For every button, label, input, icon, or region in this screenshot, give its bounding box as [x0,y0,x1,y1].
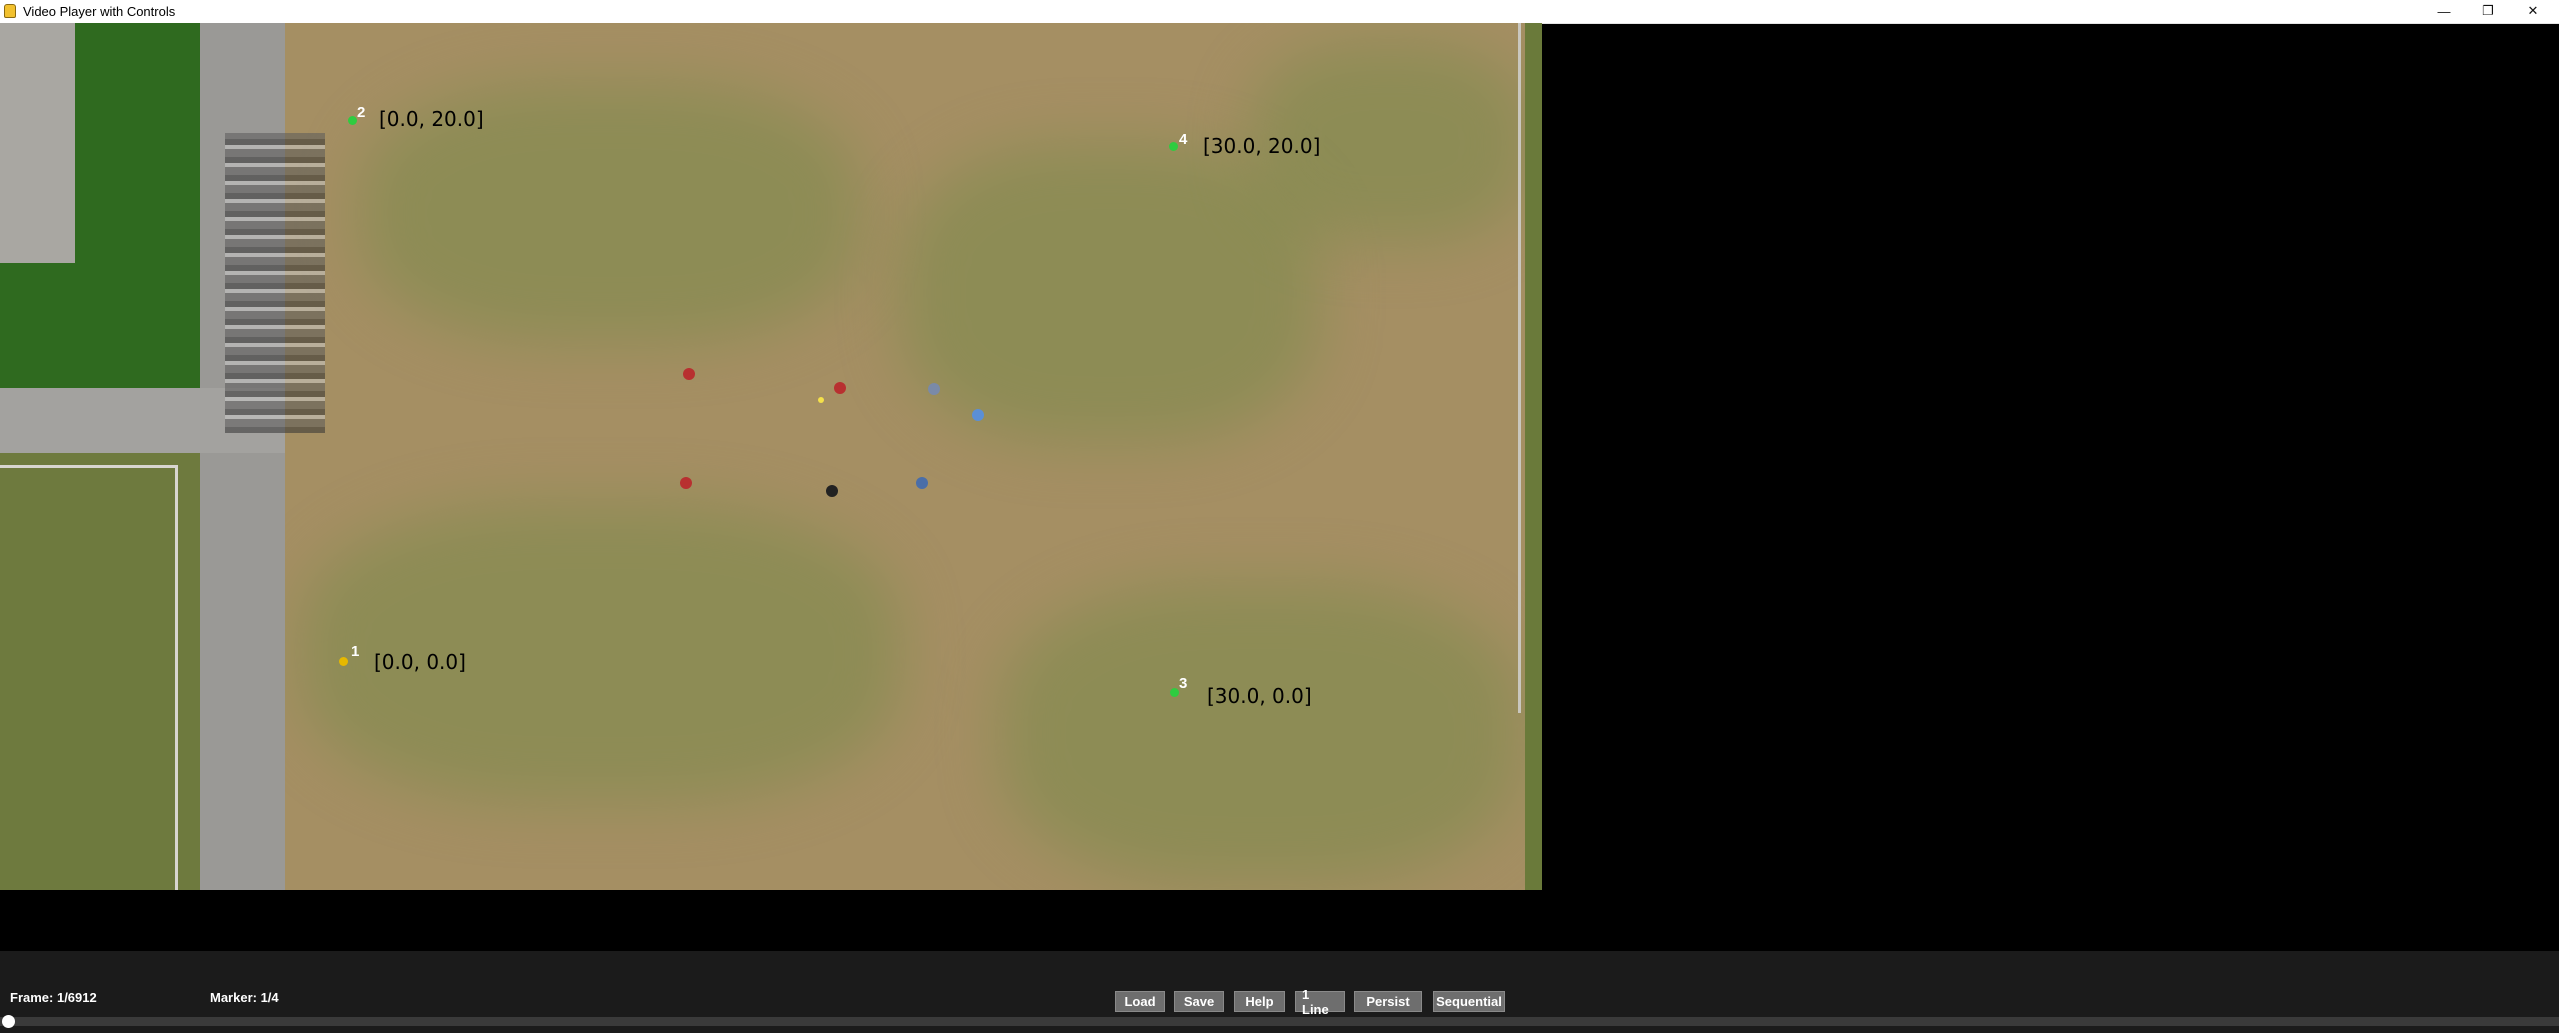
frame-slider-handle[interactable] [2,1015,15,1028]
marker-counter: Marker: 1/4 [210,990,279,1005]
marker-2-coordinate: [0.0, 20.0] [379,107,484,131]
title-bar: Video Player with Controls — ❐ ✕ [0,0,2559,24]
minimize-icon[interactable]: — [2422,0,2466,22]
player [826,485,838,497]
marker-3-dot[interactable] [1170,688,1179,697]
close-icon[interactable]: ✕ [2511,0,2555,22]
player [680,477,692,489]
persist-button[interactable]: Persist [1354,991,1422,1012]
player [972,409,984,421]
player [683,368,695,380]
python-icon [4,4,16,18]
player [916,477,928,489]
restore-icon[interactable]: ❐ [2466,0,2510,22]
marker-3-coordinate: [30.0, 0.0] [1207,684,1312,708]
control-panel: Frame: 1/6912 Marker: 1/4 Load Save Help… [0,951,2559,1033]
marker-1-coordinate: [0.0, 0.0] [374,650,466,674]
video-frame[interactable]: 1 [0.0, 0.0] 2 [0.0, 20.0] 3 [30.0, 0.0]… [0,23,1542,890]
marker-1-dot[interactable] [339,657,348,666]
frame-counter: Frame: 1/6912 [10,990,97,1005]
marker-4-coordinate: [30.0, 20.0] [1203,134,1321,158]
ball [818,397,824,403]
one-line-button[interactable]: 1 Line [1295,987,1345,1017]
sequential-button[interactable]: Sequential [1433,991,1505,1012]
frame-slider-track[interactable] [0,1017,2559,1026]
marker-2-dot[interactable] [348,116,357,125]
player [834,382,846,394]
marker-2-number: 2 [357,104,366,121]
save-button[interactable]: Save [1174,991,1224,1012]
marker-3-number: 3 [1179,675,1188,692]
load-button[interactable]: Load [1115,991,1165,1012]
player [928,383,940,395]
marker-1-number: 1 [351,643,360,660]
window-title: Video Player with Controls [23,4,176,19]
marker-4-number: 4 [1179,131,1188,148]
marker-4-dot[interactable] [1169,142,1178,151]
help-button[interactable]: Help [1234,991,1285,1012]
